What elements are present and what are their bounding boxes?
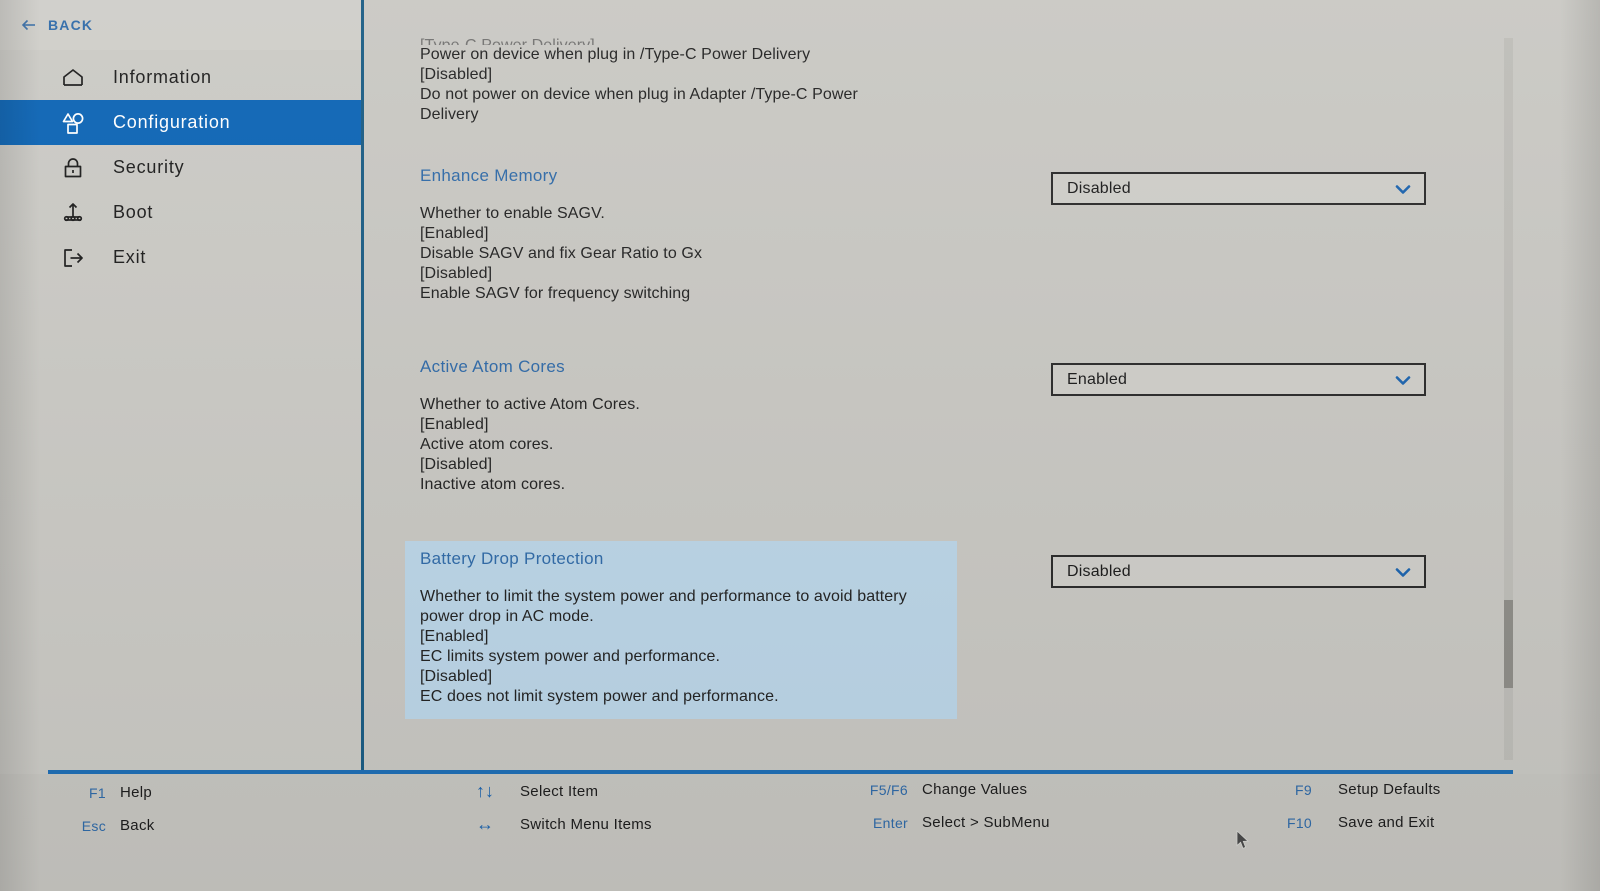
setting-detail-line: EC does not limit system power and perfo… [420,688,779,705]
hint-setup-defaults: F9 Setup Defaults [1284,781,1441,798]
dropdown-value: Enabled [1067,370,1128,388]
shapes-icon [58,108,88,138]
back-button[interactable]: BACK [0,0,362,50]
hint-action: Back [120,817,155,834]
bios-setup-screen: BACK Information Configuration Security … [0,0,1600,891]
clipped-line: Delivery [420,106,479,123]
back-label: BACK [48,17,94,33]
lock-icon [58,153,88,183]
clipped-line: Do not power on device when plug in Adap… [420,86,858,103]
mouse-cursor [1236,830,1250,850]
setting-summary: Whether to enable SAGV. [420,205,605,222]
sidebar-item-label: Boot [113,202,154,222]
chevron-down-icon [1392,561,1414,583]
setting-title: Enhance Memory [420,166,558,185]
sidebar-item-information[interactable]: Information [0,55,362,100]
hint-select-submenu: Enter Select > SubMenu [860,814,1050,831]
leftright-arrow-icon: ↔ [476,814,494,834]
setting-detail-line: Inactive atom cores. [420,476,566,493]
setting-detail-line: EC limits system power and performance. [420,648,721,665]
chevron-down-icon [1392,178,1414,200]
boot-icon [58,198,88,228]
hint-f1-help: F1 Help [72,784,192,801]
sidebar-item-exit[interactable]: Exit [0,235,362,280]
hint-key: F9 [1295,781,1312,798]
hint-key: F1 [89,784,106,801]
arrow-left-icon [18,14,40,36]
setting-description: Active Atom Cores Whether to active Atom… [405,349,965,507]
sidebar-item-security[interactable]: Security [0,145,362,190]
setting-title: Battery Drop Protection [420,549,604,568]
hint-change-values: F5/F6 Change Values [860,781,1027,798]
sidebar-divider [361,0,364,775]
battery-drop-protection-dropdown[interactable]: Disabled [1051,555,1426,588]
hint-key: F5/F6 [869,781,908,798]
hint-switch-menu-items: ↔ Switch Menu Items [472,814,652,835]
hint-esc-back: Esc Back [67,817,207,834]
active-atom-cores-dropdown[interactable]: Enabled [1051,363,1426,396]
hint-action: Select > SubMenu [922,814,1050,831]
chevron-down-icon [1392,369,1414,391]
hint-action: Save and Exit [1338,814,1435,831]
hint-key: F10 [1286,814,1312,831]
hint-action: Switch Menu Items [520,816,652,833]
setting-description: Battery Drop Protection Whether to limit… [405,541,957,719]
sidebar-item-label: Exit [113,247,147,267]
home-icon [58,63,88,93]
hint-action: Setup Defaults [1338,781,1441,798]
setting-title: Active Atom Cores [420,357,565,376]
hint-key: Enter [873,814,908,831]
setting-summary: Whether to active Atom Cores. [420,396,640,413]
vertical-scrollbar-thumb[interactable] [1504,600,1513,688]
clipped-cut-line: [Type-C Power Delivery] [420,36,980,45]
setting-detail-line: [Disabled] [420,456,493,473]
hint-action: Change Values [922,781,1028,798]
setting-detail-line: [Enabled] [420,225,489,242]
setting-detail-line: [Disabled] [420,265,493,282]
setting-detail-line: [Disabled] [420,668,493,685]
clipped-line: [Disabled] [420,66,493,83]
exit-icon [58,243,88,273]
setting-detail-line: Enable SAGV for frequency switching [420,285,691,302]
setting-detail-line: [Enabled] [420,416,489,433]
setting-detail-line: Disable SAGV and fix Gear Ratio to Gx [420,245,703,262]
sidebar-item-boot[interactable]: Boot [0,190,362,235]
enhance-memory-dropdown[interactable]: Disabled [1051,172,1426,205]
clipped-description-block: [Type-C Power Delivery] Power on device … [420,36,980,125]
setting-summary: Whether to limit the system power and pe… [420,588,907,625]
dropdown-value: Disabled [1067,562,1131,580]
hint-action: Help [120,784,153,801]
setting-detail-line: [Enabled] [420,628,489,645]
sidebar-item-label: Information [113,67,212,87]
setting-detail-line: Active atom cores. [420,436,554,453]
footer-hints: F1 Help Esc Back ↑↓ Select Item ↔ Switch… [0,774,1600,891]
settings-content: [Type-C Power Delivery] Power on device … [365,0,1600,770]
hint-key: Esc [81,817,106,834]
clipped-line: Power on device when plug in /Type-C Pow… [420,46,811,63]
hint-action: Select Item [520,783,599,800]
hint-select-item: ↑↓ Select Item [472,781,598,802]
setting-description: Enhance Memory Whether to enable SAGV. [… [405,158,965,316]
sidebar: Information Configuration Security Boot … [0,50,362,891]
sidebar-item-configuration[interactable]: Configuration [0,100,362,145]
hint-save-and-exit: F10 Save and Exit [1278,814,1434,831]
updown-arrow-icon: ↑↓ [476,781,494,801]
sidebar-item-label: Security [113,157,185,177]
dropdown-value: Disabled [1067,179,1131,197]
sidebar-item-label: Configuration [113,112,231,132]
